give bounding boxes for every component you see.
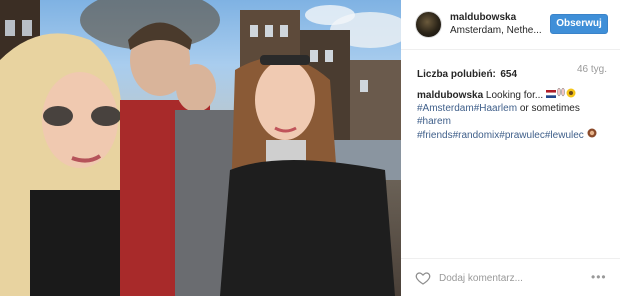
post-age[interactable]: 46 tyg. <box>577 64 607 75</box>
post-footer: ••• <box>401 258 620 296</box>
hashtag-friends[interactable]: #friends <box>417 130 453 141</box>
hashtag-lewulec[interactable]: #lewulec <box>545 130 584 141</box>
likes-row: Liczba polubień: 654 46 tyg. <box>417 64 607 80</box>
post-header: maldubowska Amsterdam, Nethe... Obserwuj <box>401 0 620 50</box>
hashtag-harem[interactable]: #harem <box>417 116 451 127</box>
hashtag-amsterdam[interactable]: #Amsterdam <box>417 103 474 114</box>
post-side-panel: maldubowska Amsterdam, Nethe... Obserwuj… <box>401 0 620 296</box>
hashtag-randomix[interactable]: #randomix <box>453 130 500 141</box>
heart-icon[interactable] <box>415 270 431 286</box>
caption-text-start: Looking for... <box>485 90 544 101</box>
instagram-post: maldubowska Amsterdam, Nethe... Obserwuj… <box>0 0 620 296</box>
post-photo[interactable] <box>0 0 401 296</box>
comment-input[interactable] <box>439 270 569 286</box>
caption-username[interactable]: maldubowska <box>417 90 483 101</box>
location-link[interactable]: Amsterdam, Nethe... <box>450 25 544 36</box>
caption-text-mid: or sometimes <box>519 103 580 114</box>
likes-label: Liczba polubień: <box>417 69 496 80</box>
sunflower-icon <box>566 88 576 102</box>
photo-illustration <box>0 0 401 296</box>
follow-button[interactable]: Obserwuj <box>550 14 608 34</box>
circle-face-icon <box>587 128 597 142</box>
more-options-icon[interactable]: ••• <box>591 270 607 284</box>
likes-count[interactable]: 654 <box>500 69 517 80</box>
hashtag-haarlem[interactable]: #Haarlem <box>474 103 517 114</box>
hashtag-prawulec[interactable]: #prawulec <box>499 130 545 141</box>
rabbit-ears-icon <box>556 87 566 102</box>
username-link[interactable]: maldubowska <box>450 12 516 23</box>
flag-netherlands-icon <box>545 89 556 102</box>
avatar[interactable] <box>415 11 442 38</box>
caption: maldubowska Looking for... #Amsterdam#Ha… <box>417 87 613 142</box>
